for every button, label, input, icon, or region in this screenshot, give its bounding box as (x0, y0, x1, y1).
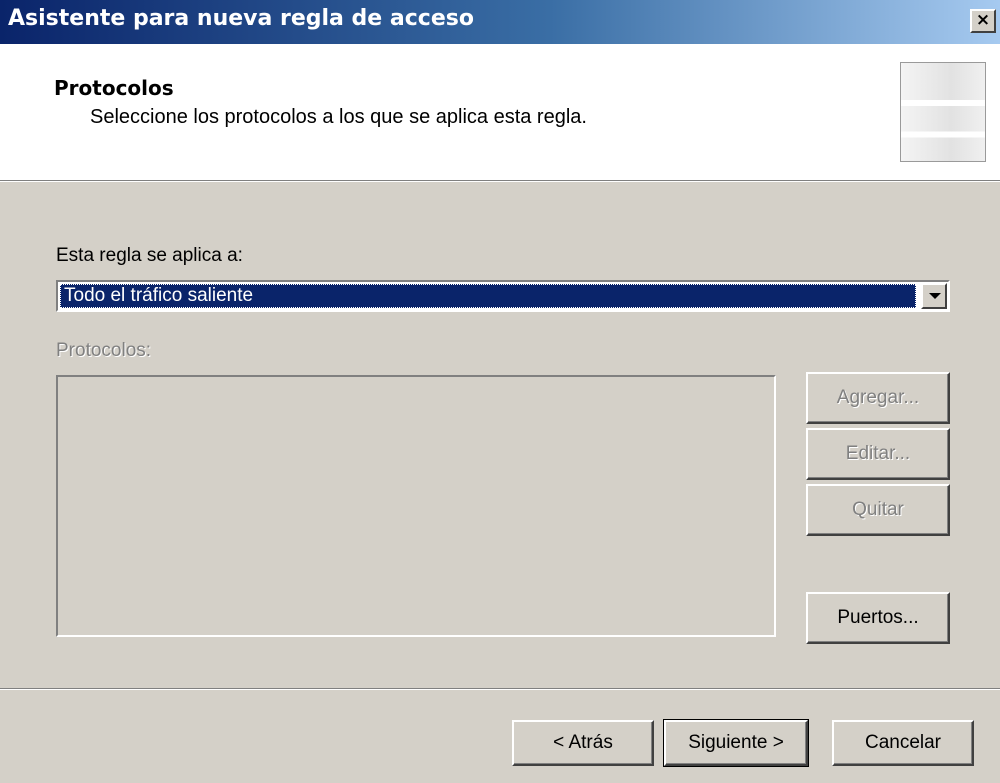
close-button[interactable]: × (970, 9, 996, 33)
back-button[interactable]: < Atrás (512, 720, 654, 766)
add-protocol-button[interactable]: Agregar... (806, 372, 950, 424)
remove-protocol-button[interactable]: Quitar (806, 484, 950, 536)
header-divider (0, 180, 1000, 182)
wizard-window: Asistente para nueva regla de acceso × P… (0, 0, 1000, 783)
protocols-list (56, 375, 776, 637)
wizard-header-image (900, 62, 986, 162)
rule-applies-dropdown[interactable]: Todo el tráfico saliente (56, 280, 950, 312)
protocols-label: Protocolos: (56, 340, 152, 361)
rule-applies-label: Esta regla se aplica a: (56, 245, 243, 266)
title-bar[interactable]: Asistente para nueva regla de acceso × (0, 0, 1000, 44)
chevron-down-icon[interactable] (921, 283, 947, 309)
footer-divider (0, 688, 1000, 690)
close-icon: × (975, 10, 991, 30)
ports-button[interactable]: Puertos... (806, 592, 950, 644)
rule-applies-selected-value[interactable]: Todo el tráfico saliente (60, 284, 916, 308)
wizard-header: Protocolos Seleccione los protocolos a l… (0, 44, 1000, 180)
page-title: Protocolos (54, 76, 174, 100)
edit-protocol-button[interactable]: Editar... (806, 428, 950, 480)
page-subtitle: Seleccione los protocolos a los que se a… (90, 106, 587, 128)
next-button[interactable]: Siguiente > (663, 719, 809, 767)
cancel-button[interactable]: Cancelar (832, 720, 974, 766)
window-title: Asistente para nueva regla de acceso (8, 6, 474, 31)
